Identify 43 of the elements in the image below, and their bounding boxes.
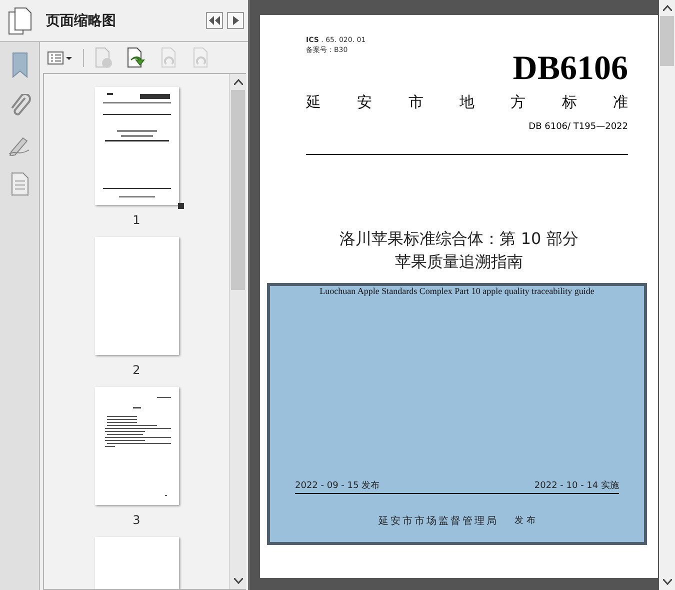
english-title: Luochuan Apple Standards Complex Part 10 apple quality traceability guide: [320, 286, 594, 296]
pages-icon[interactable]: [8, 6, 32, 34]
paperclip-icon[interactable]: [8, 94, 30, 118]
scroll-down-icon[interactable]: [234, 578, 242, 584]
scroll-up-icon[interactable]: [234, 79, 242, 85]
page-number: 1: [132, 213, 140, 227]
document-title: 苹果质量追溯指南: [395, 251, 523, 273]
scrollbar[interactable]: [229, 74, 246, 589]
category-character: 准: [612, 93, 628, 112]
panel-title: 页面缩略图: [46, 12, 117, 30]
scroll-down-icon[interactable]: [662, 579, 672, 585]
page-thumbnail[interactable]: [94, 237, 178, 355]
document-title: 洛川苹果标准综合体：第 10 部分: [340, 228, 578, 250]
collapse-button[interactable]: [206, 12, 223, 29]
category-character: 方: [510, 93, 526, 112]
issue-label: 发 布: [514, 514, 536, 528]
delete-page-icon[interactable]: [94, 46, 114, 68]
category-character: 地: [459, 93, 474, 112]
scroll-thumb[interactable]: [231, 90, 245, 290]
page-thumbnail[interactable]: [94, 87, 178, 205]
scroll-up-icon[interactable]: [662, 5, 672, 11]
standard-number: DB 6106/ T195—2022: [528, 122, 628, 132]
issuer: 延安市市场监督管理局: [378, 514, 499, 528]
expand-button[interactable]: [227, 12, 244, 29]
category-character: 市: [408, 93, 424, 112]
category-character: 安: [357, 93, 372, 112]
document-icon[interactable]: [10, 172, 28, 196]
page-thumbnail[interactable]: [94, 387, 178, 505]
standard-code: DB6106: [512, 53, 628, 85]
effective-date: 2022 - 10 - 14 实施: [534, 480, 619, 492]
issue-date: 2022 - 09 - 15 发布: [295, 480, 380, 492]
page-number: 3: [132, 513, 140, 527]
bookmark-icon[interactable]: [10, 52, 28, 78]
scrollbar[interactable]: [659, 0, 675, 590]
options-button[interactable]: [47, 50, 73, 64]
view-handle[interactable]: [178, 203, 184, 209]
double-left-arrow-icon: [209, 16, 220, 25]
right-arrow-icon: [232, 16, 238, 25]
category-character: 延: [306, 93, 321, 112]
category-character: 标: [562, 93, 577, 112]
insert-page-icon[interactable]: [126, 46, 148, 68]
scroll-thumb[interactable]: [660, 16, 674, 66]
page-number: 2: [132, 363, 140, 377]
